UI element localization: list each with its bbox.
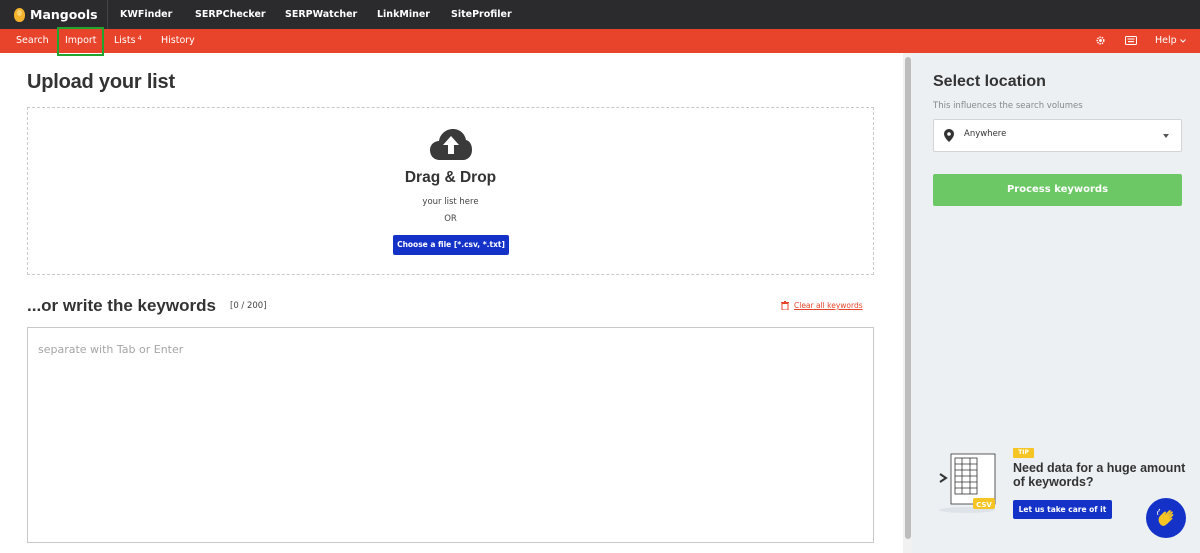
mangools-logo-icon — [14, 7, 25, 22]
mangools-logo[interactable]: Mangools — [14, 6, 98, 23]
import-highlight-box — [57, 27, 104, 56]
clear-all-keywords-link[interactable]: Clear all keywords — [781, 301, 863, 310]
keyboard-icon[interactable] — [1125, 36, 1137, 45]
tip-badge: TIP — [1013, 448, 1034, 458]
subnav-search[interactable]: Search — [16, 29, 49, 53]
caret-down-icon — [1163, 134, 1169, 138]
wave-hand-icon — [1157, 508, 1174, 526]
location-value: Anywhere — [964, 129, 1007, 139]
let-us-take-care-button[interactable]: Let us take care of it — [1013, 500, 1112, 519]
top-navbar: Mangools KWFinder SERPChecker SERPWatche… — [0, 0, 1200, 29]
choose-file-button[interactable]: Choose a file [*.csv, *.txt] — [393, 235, 509, 255]
map-pin-icon — [944, 129, 954, 142]
drag-drop-subtitle: your list here — [422, 197, 479, 207]
help-label: Help — [1155, 35, 1177, 46]
location-title: Select location — [933, 73, 1046, 90]
file-dropzone[interactable]: Drag & Drop your list here OR Choose a f… — [27, 107, 874, 275]
clear-all-keywords-label: Clear all keywords — [794, 301, 863, 310]
keywords-textarea[interactable]: separate with Tab or Enter — [27, 327, 874, 543]
subnav-history[interactable]: History — [161, 29, 195, 53]
lists-count-badge: 4 — [137, 34, 142, 42]
nav-linkminer[interactable]: LinkMiner — [377, 0, 430, 29]
keywords-title: ...or write the keywords — [27, 296, 216, 315]
process-keywords-button[interactable]: Process keywords — [933, 174, 1182, 206]
location-select[interactable]: Anywhere — [933, 119, 1182, 152]
upload-title: Upload your list — [27, 71, 175, 93]
chat-widget-button[interactable] — [1146, 498, 1186, 538]
help-menu[interactable]: Help — [1155, 29, 1186, 53]
brand-name: Mangools — [30, 7, 98, 22]
nav-siteprofiler[interactable]: SiteProfiler — [451, 0, 512, 29]
cloud-upload-icon — [430, 129, 472, 160]
subnav-lists-label: Lists — [114, 35, 136, 46]
scrollbar-thumb[interactable] — [905, 57, 911, 539]
nav-kwfinder[interactable]: KWFinder — [120, 0, 172, 29]
nav-serpchecker[interactable]: SERPChecker — [195, 0, 266, 29]
tip-title: Need data for a huge amount of keywords? — [1013, 461, 1186, 489]
csv-file-icon: CSV — [939, 453, 996, 513]
chevron-down-icon — [1179, 38, 1186, 43]
nav-serpwatcher[interactable]: SERPWatcher — [285, 0, 357, 29]
subnav-lists[interactable]: Lists 4 — [114, 29, 142, 53]
sub-navbar: Search Import Lists 4 History Help — [0, 29, 1200, 53]
trash-icon — [781, 301, 789, 310]
or-separator: OR — [444, 214, 457, 224]
csv-label: CSV — [976, 501, 992, 509]
location-subtitle: This influences the search volumes — [933, 101, 1083, 111]
keywords-placeholder: separate with Tab or Enter — [38, 343, 184, 356]
keyword-counter: [0 / 200] — [230, 301, 267, 311]
nav-divider — [107, 0, 108, 29]
gear-icon[interactable] — [1095, 35, 1106, 46]
drag-drop-title: Drag & Drop — [404, 169, 497, 186]
